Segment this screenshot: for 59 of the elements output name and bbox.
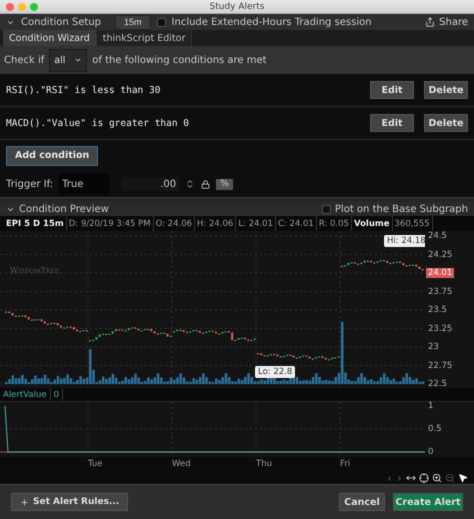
condition-text: RSI()."RSI" is less than 30 — [6, 84, 162, 96]
section-title: Condition Preview — [19, 204, 109, 214]
aggregation-button[interactable]: 15m — [115, 14, 151, 30]
checkbox-label: Include Extended-Hours Trading session — [172, 16, 372, 28]
spinner-icon[interactable] — [185, 179, 196, 189]
delete-button[interactable]: Delete — [424, 81, 468, 99]
last-price-label: 24.01 — [426, 268, 454, 278]
axis-tick-label: 23 — [427, 342, 440, 352]
axis-tick-label: 0.5 — [427, 424, 443, 434]
scroll-right-icon[interactable] — [396, 474, 403, 482]
day-label: Wed — [172, 459, 191, 469]
checkbox[interactable] — [322, 204, 331, 214]
axis-tick-label: 23.25 — [427, 324, 454, 334]
axis-tick-label: 24.5 — [427, 231, 448, 241]
threshold-field[interactable]: .00 — [121, 177, 180, 191]
set-alert-rules-button[interactable]: Set Alert Rules... — [11, 493, 128, 511]
create-alert-button[interactable]: Create Alert — [393, 493, 463, 511]
study-value: 0 — [50, 388, 63, 401]
share-icon — [425, 17, 436, 27]
day-label: Fri — [340, 459, 350, 469]
cancel-button[interactable]: Cancel — [339, 493, 385, 511]
crosshair-icon[interactable] — [419, 473, 429, 483]
edit-button[interactable]: Edit — [370, 114, 414, 132]
edit-button[interactable]: Edit — [370, 81, 414, 99]
match-dropdown[interactable]: all — [49, 48, 88, 72]
day-label: Tue — [88, 459, 103, 469]
conditions-label: of the following conditions are met — [92, 54, 267, 66]
axis-tick-label: 22.75 — [427, 360, 454, 370]
condition-text: MACD()."Value" is greater than 0 — [6, 118, 190, 128]
trigger-label: Trigger If: — [6, 178, 54, 190]
axis-tick-label: 1 — [427, 401, 434, 411]
axis-tick-label: 23.75 — [427, 286, 454, 296]
cursor-icon[interactable] — [458, 473, 468, 483]
pan-icon[interactable] — [406, 473, 416, 483]
trigger-dropdown[interactable]: True — [59, 174, 110, 194]
checkbox-label: Plot on the Base Subgraph — [334, 204, 468, 214]
watermark-logo: WisdomTree — [10, 266, 60, 275]
tab[interactable]: thinkScript Editor — [96, 30, 192, 46]
check-if-label: Check if — [4, 54, 44, 66]
window-title: Study Alerts — [210, 2, 264, 12]
day-label: Thu — [256, 459, 272, 469]
axis-tick-label: 23.5 — [427, 305, 448, 315]
lock-icon[interactable] — [201, 180, 210, 188]
percent-button[interactable]: % — [216, 178, 233, 190]
scroll-left-icon[interactable] — [386, 474, 393, 482]
axis-tick-label: 24.25 — [427, 250, 454, 260]
axis-tick-label: 0 — [427, 447, 434, 457]
plus-icon — [20, 498, 29, 506]
add-condition-button[interactable]: Add condition — [6, 146, 98, 166]
checkbox[interactable] — [156, 18, 166, 26]
tab[interactable]: Condition Wizard — [3, 30, 97, 46]
caret-icon — [74, 56, 82, 64]
low-label: Lo: 22.8 — [255, 366, 296, 378]
zoom-in-icon[interactable] — [432, 473, 442, 483]
delete-button[interactable]: Delete — [424, 114, 468, 132]
share-button[interactable]: Share — [425, 16, 468, 28]
study-name: AlertValue — [0, 388, 51, 401]
axis-tick-label: 22.5 — [427, 379, 448, 389]
section-title: Condition Setup — [21, 16, 102, 28]
